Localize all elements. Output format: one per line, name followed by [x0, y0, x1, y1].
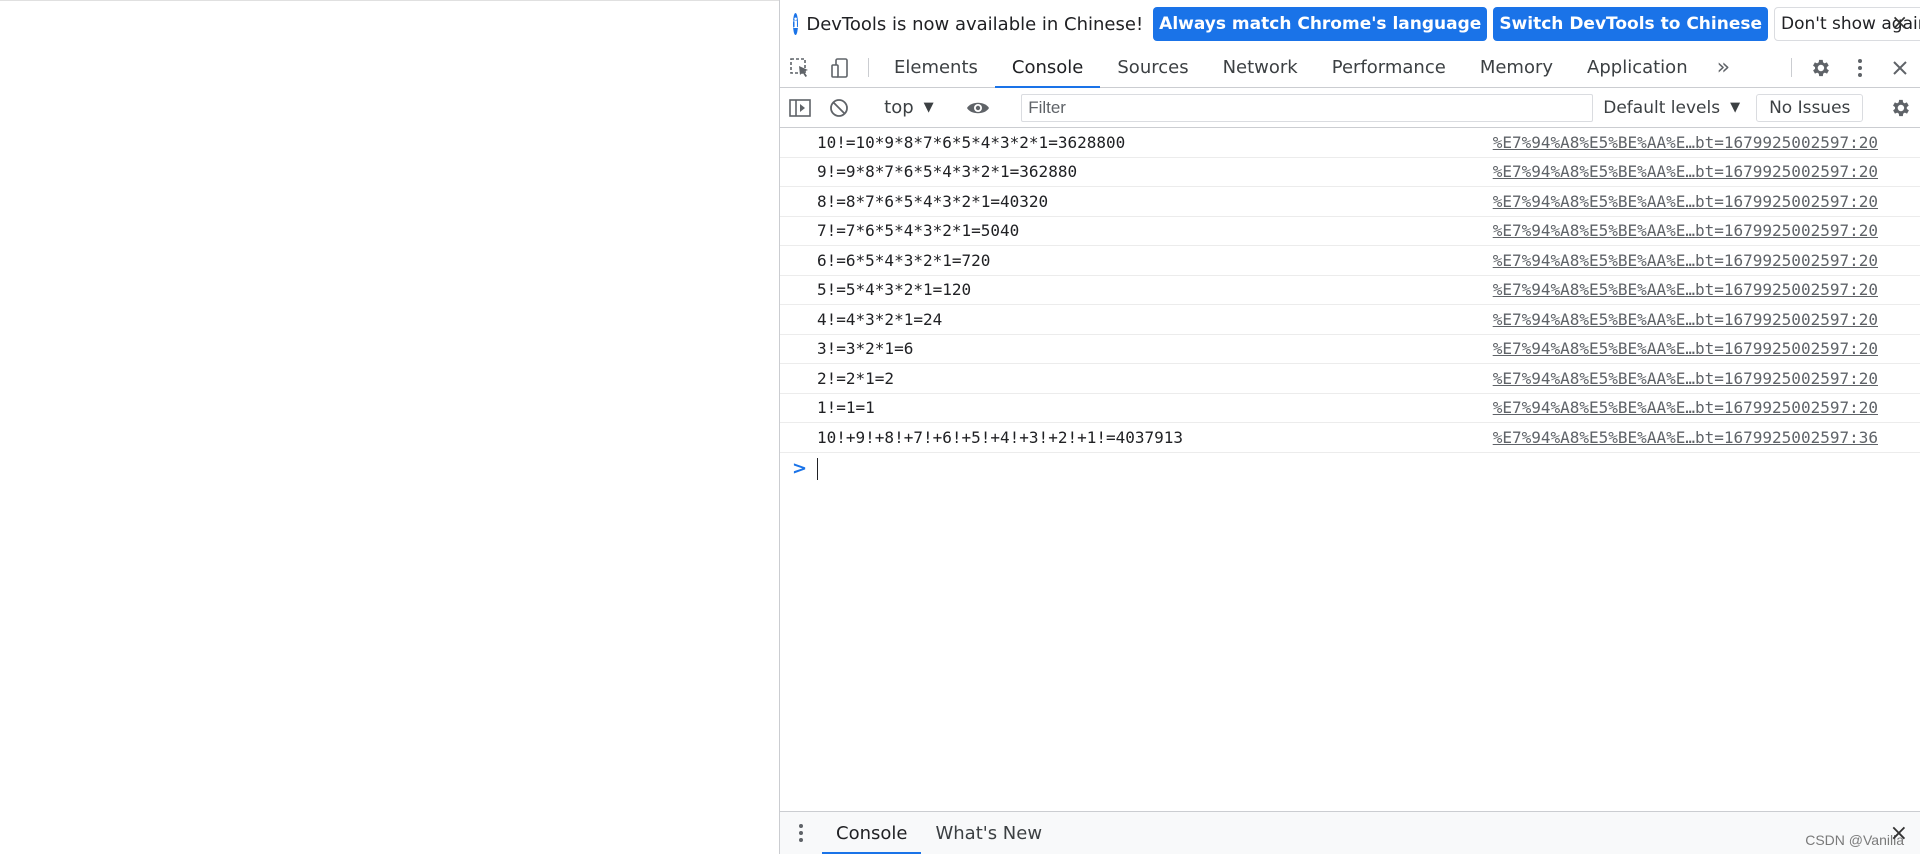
text-cursor	[817, 457, 818, 480]
message-text: 5!=5*4*3*2*1=120	[817, 280, 972, 300]
source-link[interactable]: %E7%94%A8%E5%BE%AA%E…bt=1679925002597:20	[1493, 221, 1878, 240]
message-text: 4!=4*3*2*1=24	[817, 309, 943, 329]
source-link[interactable]: %E7%94%A8%E5%BE%AA%E…bt=1679925002597:20	[1493, 251, 1878, 270]
infobar-close-icon[interactable]: ×	[1891, 10, 1908, 34]
source-link[interactable]: %E7%94%A8%E5%BE%AA%E…bt=1679925002597:20	[1493, 339, 1878, 358]
language-infobar: i DevTools is now available in Chinese! …	[780, 0, 1920, 48]
message-text: 3!=3*2*1=6	[817, 339, 914, 359]
main-tabbar: Elements Console Sources Network Perform…	[780, 48, 1920, 88]
show-sidebar-icon[interactable]	[780, 88, 820, 128]
console-prompt[interactable]: >	[780, 453, 1920, 485]
source-link[interactable]: %E7%94%A8%E5%BE%AA%E…bt=1679925002597:36	[1493, 428, 1878, 447]
info-icon: i	[793, 13, 799, 35]
console-message: 2!=2*1=2 %E7%94%A8%E5%BE%AA%E…bt=1679925…	[780, 364, 1920, 394]
console-message: 9!=9*8*7*6*5*4*3*2*1=362880 %E7%94%A8%E5…	[780, 158, 1920, 187]
context-selector[interactable]: top ▼	[876, 97, 942, 118]
inspect-element-icon[interactable]	[780, 48, 820, 87]
inspected-page	[0, 0, 779, 854]
tab-network[interactable]: Network	[1206, 48, 1315, 87]
source-link[interactable]: %E7%94%A8%E5%BE%AA%E…bt=1679925002597:20	[1493, 369, 1878, 388]
console-message: 3!=3*2*1=6 %E7%94%A8%E5%BE%AA%E…bt=16799…	[780, 335, 1920, 364]
device-toolbar-icon[interactable]	[820, 48, 860, 87]
separator	[868, 58, 869, 77]
prompt-chevron-icon: >	[792, 458, 808, 479]
message-text: 9!=9*8*7*6*5*4*3*2*1=362880	[817, 162, 1078, 182]
separator	[1791, 58, 1792, 77]
always-match-language-button[interactable]: Always match Chrome's language	[1153, 7, 1488, 41]
console-settings-gear-icon[interactable]	[1880, 88, 1920, 128]
console-toolbar: top ▼ Default levels ▼ No Issues	[780, 88, 1920, 128]
message-text: 8!=8*7*6*5*4*3*2*1=40320	[817, 191, 1049, 211]
console-message: 4!=4*3*2*1=24 %E7%94%A8%E5%BE%AA%E…bt=16…	[780, 305, 1920, 335]
tab-elements[interactable]: Elements	[877, 48, 995, 87]
message-text: 10!+9!+8!+7!+6!+5!+4!+3!+2!+1!=4037913	[817, 427, 1184, 447]
console-message: 8!=8*7*6*5*4*3*2*1=40320 %E7%94%A8%E5%BE…	[780, 187, 1920, 217]
issues-button[interactable]: No Issues	[1756, 93, 1864, 122]
tab-application[interactable]: Application	[1570, 48, 1705, 87]
source-link[interactable]: %E7%94%A8%E5%BE%AA%E…bt=1679925002597:20	[1493, 192, 1878, 211]
chevron-down-icon: ▼	[923, 100, 934, 115]
tab-performance[interactable]: Performance	[1315, 48, 1463, 87]
more-options-icon[interactable]	[1840, 48, 1880, 87]
filter-input[interactable]	[1021, 93, 1594, 122]
close-devtools-icon[interactable]	[1880, 48, 1920, 87]
console-messages: 10!=10*9*8*7*6*5*4*3*2*1=3628800 %E7%94%…	[780, 128, 1920, 485]
drawer-tab-console[interactable]: Console	[822, 812, 922, 854]
live-expression-eye-icon[interactable]	[959, 88, 999, 128]
message-text: 6!=6*5*4*3*2*1=720	[817, 250, 991, 270]
clear-console-icon[interactable]	[820, 88, 860, 128]
switch-to-chinese-button[interactable]: Switch DevTools to Chinese	[1493, 7, 1769, 41]
console-message: 1!=1=1 %E7%94%A8%E5%BE%AA%E…bt=167992500…	[780, 394, 1920, 423]
log-levels-label: Default levels	[1603, 97, 1721, 118]
drawer-menu-icon[interactable]	[780, 812, 822, 854]
console-message: 10!=10*9*8*7*6*5*4*3*2*1=3628800 %E7%94%…	[780, 128, 1920, 158]
tab-console[interactable]: Console	[994, 48, 1101, 88]
console-message: 6!=6*5*4*3*2*1=720 %E7%94%A8%E5%BE%AA%E……	[780, 246, 1920, 276]
tab-memory[interactable]: Memory	[1463, 48, 1570, 87]
infobar-message: DevTools is now available in Chinese!	[806, 13, 1144, 35]
console-message: 10!+9!+8!+7!+6!+5!+4!+3!+2!+1!=4037913 %…	[780, 423, 1920, 453]
console-message: 7!=7*6*5*4*3*2*1=5040 %E7%94%A8%E5%BE%AA…	[780, 217, 1920, 246]
source-link[interactable]: %E7%94%A8%E5%BE%AA%E…bt=1679925002597:20	[1493, 398, 1878, 417]
more-tabs-icon[interactable]: »	[1705, 48, 1742, 87]
devtools-panel: i DevTools is now available in Chinese! …	[779, 0, 1920, 854]
drawer-tab-whats-new[interactable]: What's New	[921, 812, 1056, 854]
console-message: 5!=5*4*3*2*1=120 %E7%94%A8%E5%BE%AA%E…bt…	[780, 276, 1920, 305]
log-levels-dropdown[interactable]: Default levels ▼	[1593, 98, 1750, 118]
message-text: 2!=2*1=2	[817, 368, 895, 388]
source-link[interactable]: %E7%94%A8%E5%BE%AA%E…bt=1679925002597:20	[1493, 133, 1878, 152]
message-text: 1!=1=1	[817, 398, 875, 418]
tabbar-right-actions	[1783, 48, 1920, 87]
drawer-close-icon[interactable]: ×	[1890, 821, 1908, 846]
bottom-drawer: Console What's New CSDN @Vanilla ×	[780, 811, 1920, 854]
source-link[interactable]: %E7%94%A8%E5%BE%AA%E…bt=1679925002597:20	[1493, 310, 1878, 329]
source-link[interactable]: %E7%94%A8%E5%BE%AA%E…bt=1679925002597:20	[1493, 162, 1878, 181]
message-text: 7!=7*6*5*4*3*2*1=5040	[817, 221, 1020, 241]
source-link[interactable]: %E7%94%A8%E5%BE%AA%E…bt=1679925002597:20	[1493, 280, 1878, 299]
context-value: top	[884, 97, 914, 118]
settings-gear-icon[interactable]	[1800, 48, 1840, 87]
chevron-down-icon: ▼	[1730, 100, 1741, 115]
message-text: 10!=10*9*8*7*6*5*4*3*2*1=3628800	[817, 132, 1126, 152]
tab-sources[interactable]: Sources	[1100, 48, 1205, 87]
